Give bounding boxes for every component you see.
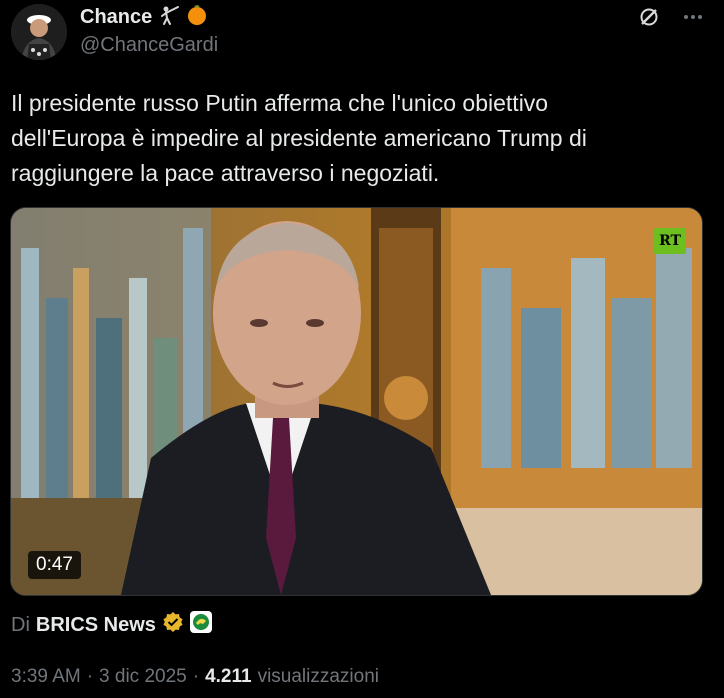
video-attribution: Di BRICS News: [11, 611, 212, 639]
fencer-icon: [158, 4, 180, 31]
view-label: visualizzazioni: [257, 666, 380, 687]
video-duration: 0:47: [28, 551, 81, 579]
view-count: 4.211: [205, 666, 252, 687]
orange-circle-icon: [186, 4, 208, 31]
author-handle[interactable]: @ChanceGardi: [80, 34, 218, 57]
meta-separator: ·: [86, 666, 94, 687]
verified-badge-icon: [162, 611, 184, 639]
more-icon[interactable]: [682, 6, 704, 33]
video-frame: [11, 208, 702, 595]
grok-icon[interactable]: [638, 6, 660, 33]
attribution-source[interactable]: BRICS News: [36, 614, 156, 637]
video-player[interactable]: RT 0:47: [10, 207, 703, 596]
tweet-meta: 3:39 AM · 3 dic 2025 · 4.211 visualizzaz…: [11, 666, 379, 688]
header-actions: [638, 6, 704, 33]
attribution-prefix: Di: [11, 613, 30, 636]
affiliate-badge-icon[interactable]: [189, 611, 212, 639]
meta-separator: ·: [192, 666, 200, 687]
tweet-time[interactable]: 3:39 AM: [11, 666, 81, 688]
author-display-name[interactable]: Chance: [80, 6, 152, 29]
tweet-text: Il presidente russo Putin afferma che l'…: [11, 90, 587, 186]
author-name-row: Chance: [80, 4, 208, 31]
tweet-date[interactable]: 3 dic 2025: [99, 666, 187, 688]
avatar[interactable]: [11, 4, 67, 60]
rt-watermark: RT: [654, 228, 686, 254]
